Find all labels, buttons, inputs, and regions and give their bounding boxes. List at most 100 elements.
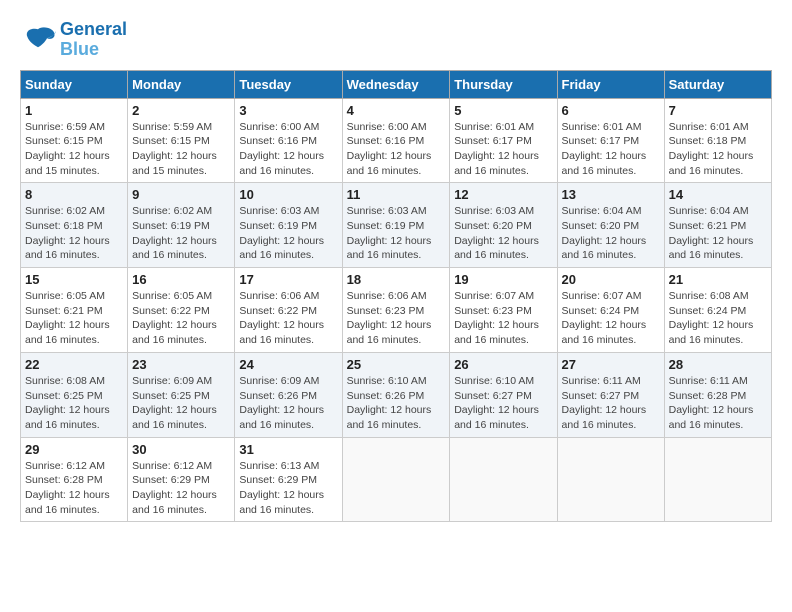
calendar-day-cell: 11 Sunrise: 6:03 AMSunset: 6:19 PMDaylig… — [342, 183, 450, 268]
day-number: 9 — [132, 187, 230, 202]
calendar-week-row: 29 Sunrise: 6:12 AMSunset: 6:28 PMDaylig… — [21, 437, 772, 522]
day-detail: Sunrise: 6:13 AMSunset: 6:29 PMDaylight:… — [239, 459, 337, 518]
calendar-day-cell: 25 Sunrise: 6:10 AMSunset: 6:26 PMDaylig… — [342, 352, 450, 437]
weekday-header: Saturday — [664, 70, 771, 98]
calendar-week-row: 1 Sunrise: 6:59 AMSunset: 6:15 PMDayligh… — [21, 98, 772, 183]
calendar-day-cell — [664, 437, 771, 522]
day-number: 24 — [239, 357, 337, 372]
day-number: 1 — [25, 103, 123, 118]
day-number: 30 — [132, 442, 230, 457]
weekday-header: Thursday — [450, 70, 557, 98]
day-detail: Sunrise: 6:03 AMSunset: 6:19 PMDaylight:… — [239, 204, 337, 263]
calendar-day-cell: 24 Sunrise: 6:09 AMSunset: 6:26 PMDaylig… — [235, 352, 342, 437]
day-number: 20 — [562, 272, 660, 287]
day-number: 12 — [454, 187, 552, 202]
calendar-table: SundayMondayTuesdayWednesdayThursdayFrid… — [20, 70, 772, 523]
weekday-header: Friday — [557, 70, 664, 98]
day-detail: Sunrise: 6:00 AMSunset: 6:16 PMDaylight:… — [239, 120, 337, 179]
day-number: 7 — [669, 103, 767, 118]
calendar-week-row: 22 Sunrise: 6:08 AMSunset: 6:25 PMDaylig… — [21, 352, 772, 437]
day-number: 26 — [454, 357, 552, 372]
day-detail: Sunrise: 6:10 AMSunset: 6:27 PMDaylight:… — [454, 374, 552, 433]
day-number: 5 — [454, 103, 552, 118]
calendar-day-cell — [557, 437, 664, 522]
calendar-day-cell: 10 Sunrise: 6:03 AMSunset: 6:19 PMDaylig… — [235, 183, 342, 268]
weekday-header: Sunday — [21, 70, 128, 98]
day-detail: Sunrise: 6:12 AMSunset: 6:29 PMDaylight:… — [132, 459, 230, 518]
day-number: 31 — [239, 442, 337, 457]
day-number: 16 — [132, 272, 230, 287]
calendar-day-cell: 9 Sunrise: 6:02 AMSunset: 6:19 PMDayligh… — [128, 183, 235, 268]
day-number: 15 — [25, 272, 123, 287]
calendar-day-cell: 30 Sunrise: 6:12 AMSunset: 6:29 PMDaylig… — [128, 437, 235, 522]
calendar-day-cell: 18 Sunrise: 6:06 AMSunset: 6:23 PMDaylig… — [342, 268, 450, 353]
calendar-week-row: 8 Sunrise: 6:02 AMSunset: 6:18 PMDayligh… — [21, 183, 772, 268]
calendar-day-cell: 31 Sunrise: 6:13 AMSunset: 6:29 PMDaylig… — [235, 437, 342, 522]
calendar-day-cell: 29 Sunrise: 6:12 AMSunset: 6:28 PMDaylig… — [21, 437, 128, 522]
day-number: 10 — [239, 187, 337, 202]
day-detail: Sunrise: 6:06 AMSunset: 6:23 PMDaylight:… — [347, 289, 446, 348]
calendar-day-cell: 3 Sunrise: 6:00 AMSunset: 6:16 PMDayligh… — [235, 98, 342, 183]
calendar-day-cell: 13 Sunrise: 6:04 AMSunset: 6:20 PMDaylig… — [557, 183, 664, 268]
day-detail: Sunrise: 6:12 AMSunset: 6:28 PMDaylight:… — [25, 459, 123, 518]
day-detail: Sunrise: 6:03 AMSunset: 6:20 PMDaylight:… — [454, 204, 552, 263]
day-number: 14 — [669, 187, 767, 202]
calendar-day-cell: 14 Sunrise: 6:04 AMSunset: 6:21 PMDaylig… — [664, 183, 771, 268]
calendar-day-cell: 27 Sunrise: 6:11 AMSunset: 6:27 PMDaylig… — [557, 352, 664, 437]
calendar-day-cell: 5 Sunrise: 6:01 AMSunset: 6:17 PMDayligh… — [450, 98, 557, 183]
day-detail: Sunrise: 6:01 AMSunset: 6:18 PMDaylight:… — [669, 120, 767, 179]
calendar-day-cell: 1 Sunrise: 6:59 AMSunset: 6:15 PMDayligh… — [21, 98, 128, 183]
calendar-day-cell: 22 Sunrise: 6:08 AMSunset: 6:25 PMDaylig… — [21, 352, 128, 437]
logo-text: General Blue — [60, 20, 127, 60]
day-detail: Sunrise: 6:08 AMSunset: 6:25 PMDaylight:… — [25, 374, 123, 433]
day-number: 17 — [239, 272, 337, 287]
day-detail: Sunrise: 6:05 AMSunset: 6:22 PMDaylight:… — [132, 289, 230, 348]
day-detail: Sunrise: 6:08 AMSunset: 6:24 PMDaylight:… — [669, 289, 767, 348]
day-detail: Sunrise: 6:02 AMSunset: 6:19 PMDaylight:… — [132, 204, 230, 263]
day-number: 23 — [132, 357, 230, 372]
day-number: 11 — [347, 187, 446, 202]
weekday-header: Monday — [128, 70, 235, 98]
page-header: General Blue — [20, 20, 772, 60]
day-number: 28 — [669, 357, 767, 372]
calendar-week-row: 15 Sunrise: 6:05 AMSunset: 6:21 PMDaylig… — [21, 268, 772, 353]
calendar-day-cell: 23 Sunrise: 6:09 AMSunset: 6:25 PMDaylig… — [128, 352, 235, 437]
day-detail: Sunrise: 6:06 AMSunset: 6:22 PMDaylight:… — [239, 289, 337, 348]
day-number: 25 — [347, 357, 446, 372]
day-detail: Sunrise: 6:09 AMSunset: 6:25 PMDaylight:… — [132, 374, 230, 433]
calendar-day-cell: 7 Sunrise: 6:01 AMSunset: 6:18 PMDayligh… — [664, 98, 771, 183]
day-detail: Sunrise: 6:04 AMSunset: 6:21 PMDaylight:… — [669, 204, 767, 263]
day-detail: Sunrise: 6:11 AMSunset: 6:28 PMDaylight:… — [669, 374, 767, 433]
day-detail: Sunrise: 6:04 AMSunset: 6:20 PMDaylight:… — [562, 204, 660, 263]
day-number: 21 — [669, 272, 767, 287]
day-detail: Sunrise: 6:10 AMSunset: 6:26 PMDaylight:… — [347, 374, 446, 433]
weekday-header: Wednesday — [342, 70, 450, 98]
day-number: 8 — [25, 187, 123, 202]
day-detail: Sunrise: 6:03 AMSunset: 6:19 PMDaylight:… — [347, 204, 446, 263]
day-number: 27 — [562, 357, 660, 372]
day-detail: Sunrise: 6:01 AMSunset: 6:17 PMDaylight:… — [454, 120, 552, 179]
calendar-day-cell: 8 Sunrise: 6:02 AMSunset: 6:18 PMDayligh… — [21, 183, 128, 268]
day-detail: Sunrise: 6:05 AMSunset: 6:21 PMDaylight:… — [25, 289, 123, 348]
calendar-day-cell: 16 Sunrise: 6:05 AMSunset: 6:22 PMDaylig… — [128, 268, 235, 353]
calendar-body: 1 Sunrise: 6:59 AMSunset: 6:15 PMDayligh… — [21, 98, 772, 522]
calendar-day-cell: 20 Sunrise: 6:07 AMSunset: 6:24 PMDaylig… — [557, 268, 664, 353]
day-detail: Sunrise: 6:00 AMSunset: 6:16 PMDaylight:… — [347, 120, 446, 179]
calendar-day-cell: 19 Sunrise: 6:07 AMSunset: 6:23 PMDaylig… — [450, 268, 557, 353]
day-number: 2 — [132, 103, 230, 118]
calendar-day-cell: 21 Sunrise: 6:08 AMSunset: 6:24 PMDaylig… — [664, 268, 771, 353]
calendar-day-cell: 12 Sunrise: 6:03 AMSunset: 6:20 PMDaylig… — [450, 183, 557, 268]
day-detail: Sunrise: 6:07 AMSunset: 6:24 PMDaylight:… — [562, 289, 660, 348]
calendar-day-cell: 4 Sunrise: 6:00 AMSunset: 6:16 PMDayligh… — [342, 98, 450, 183]
calendar-day-cell: 15 Sunrise: 6:05 AMSunset: 6:21 PMDaylig… — [21, 268, 128, 353]
calendar-day-cell: 17 Sunrise: 6:06 AMSunset: 6:22 PMDaylig… — [235, 268, 342, 353]
day-detail: Sunrise: 6:01 AMSunset: 6:17 PMDaylight:… — [562, 120, 660, 179]
logo-icon — [20, 25, 56, 55]
day-number: 18 — [347, 272, 446, 287]
calendar-header-row: SundayMondayTuesdayWednesdayThursdayFrid… — [21, 70, 772, 98]
calendar-day-cell: 26 Sunrise: 6:10 AMSunset: 6:27 PMDaylig… — [450, 352, 557, 437]
day-detail: Sunrise: 6:02 AMSunset: 6:18 PMDaylight:… — [25, 204, 123, 263]
day-number: 3 — [239, 103, 337, 118]
calendar-day-cell — [342, 437, 450, 522]
weekday-header: Tuesday — [235, 70, 342, 98]
